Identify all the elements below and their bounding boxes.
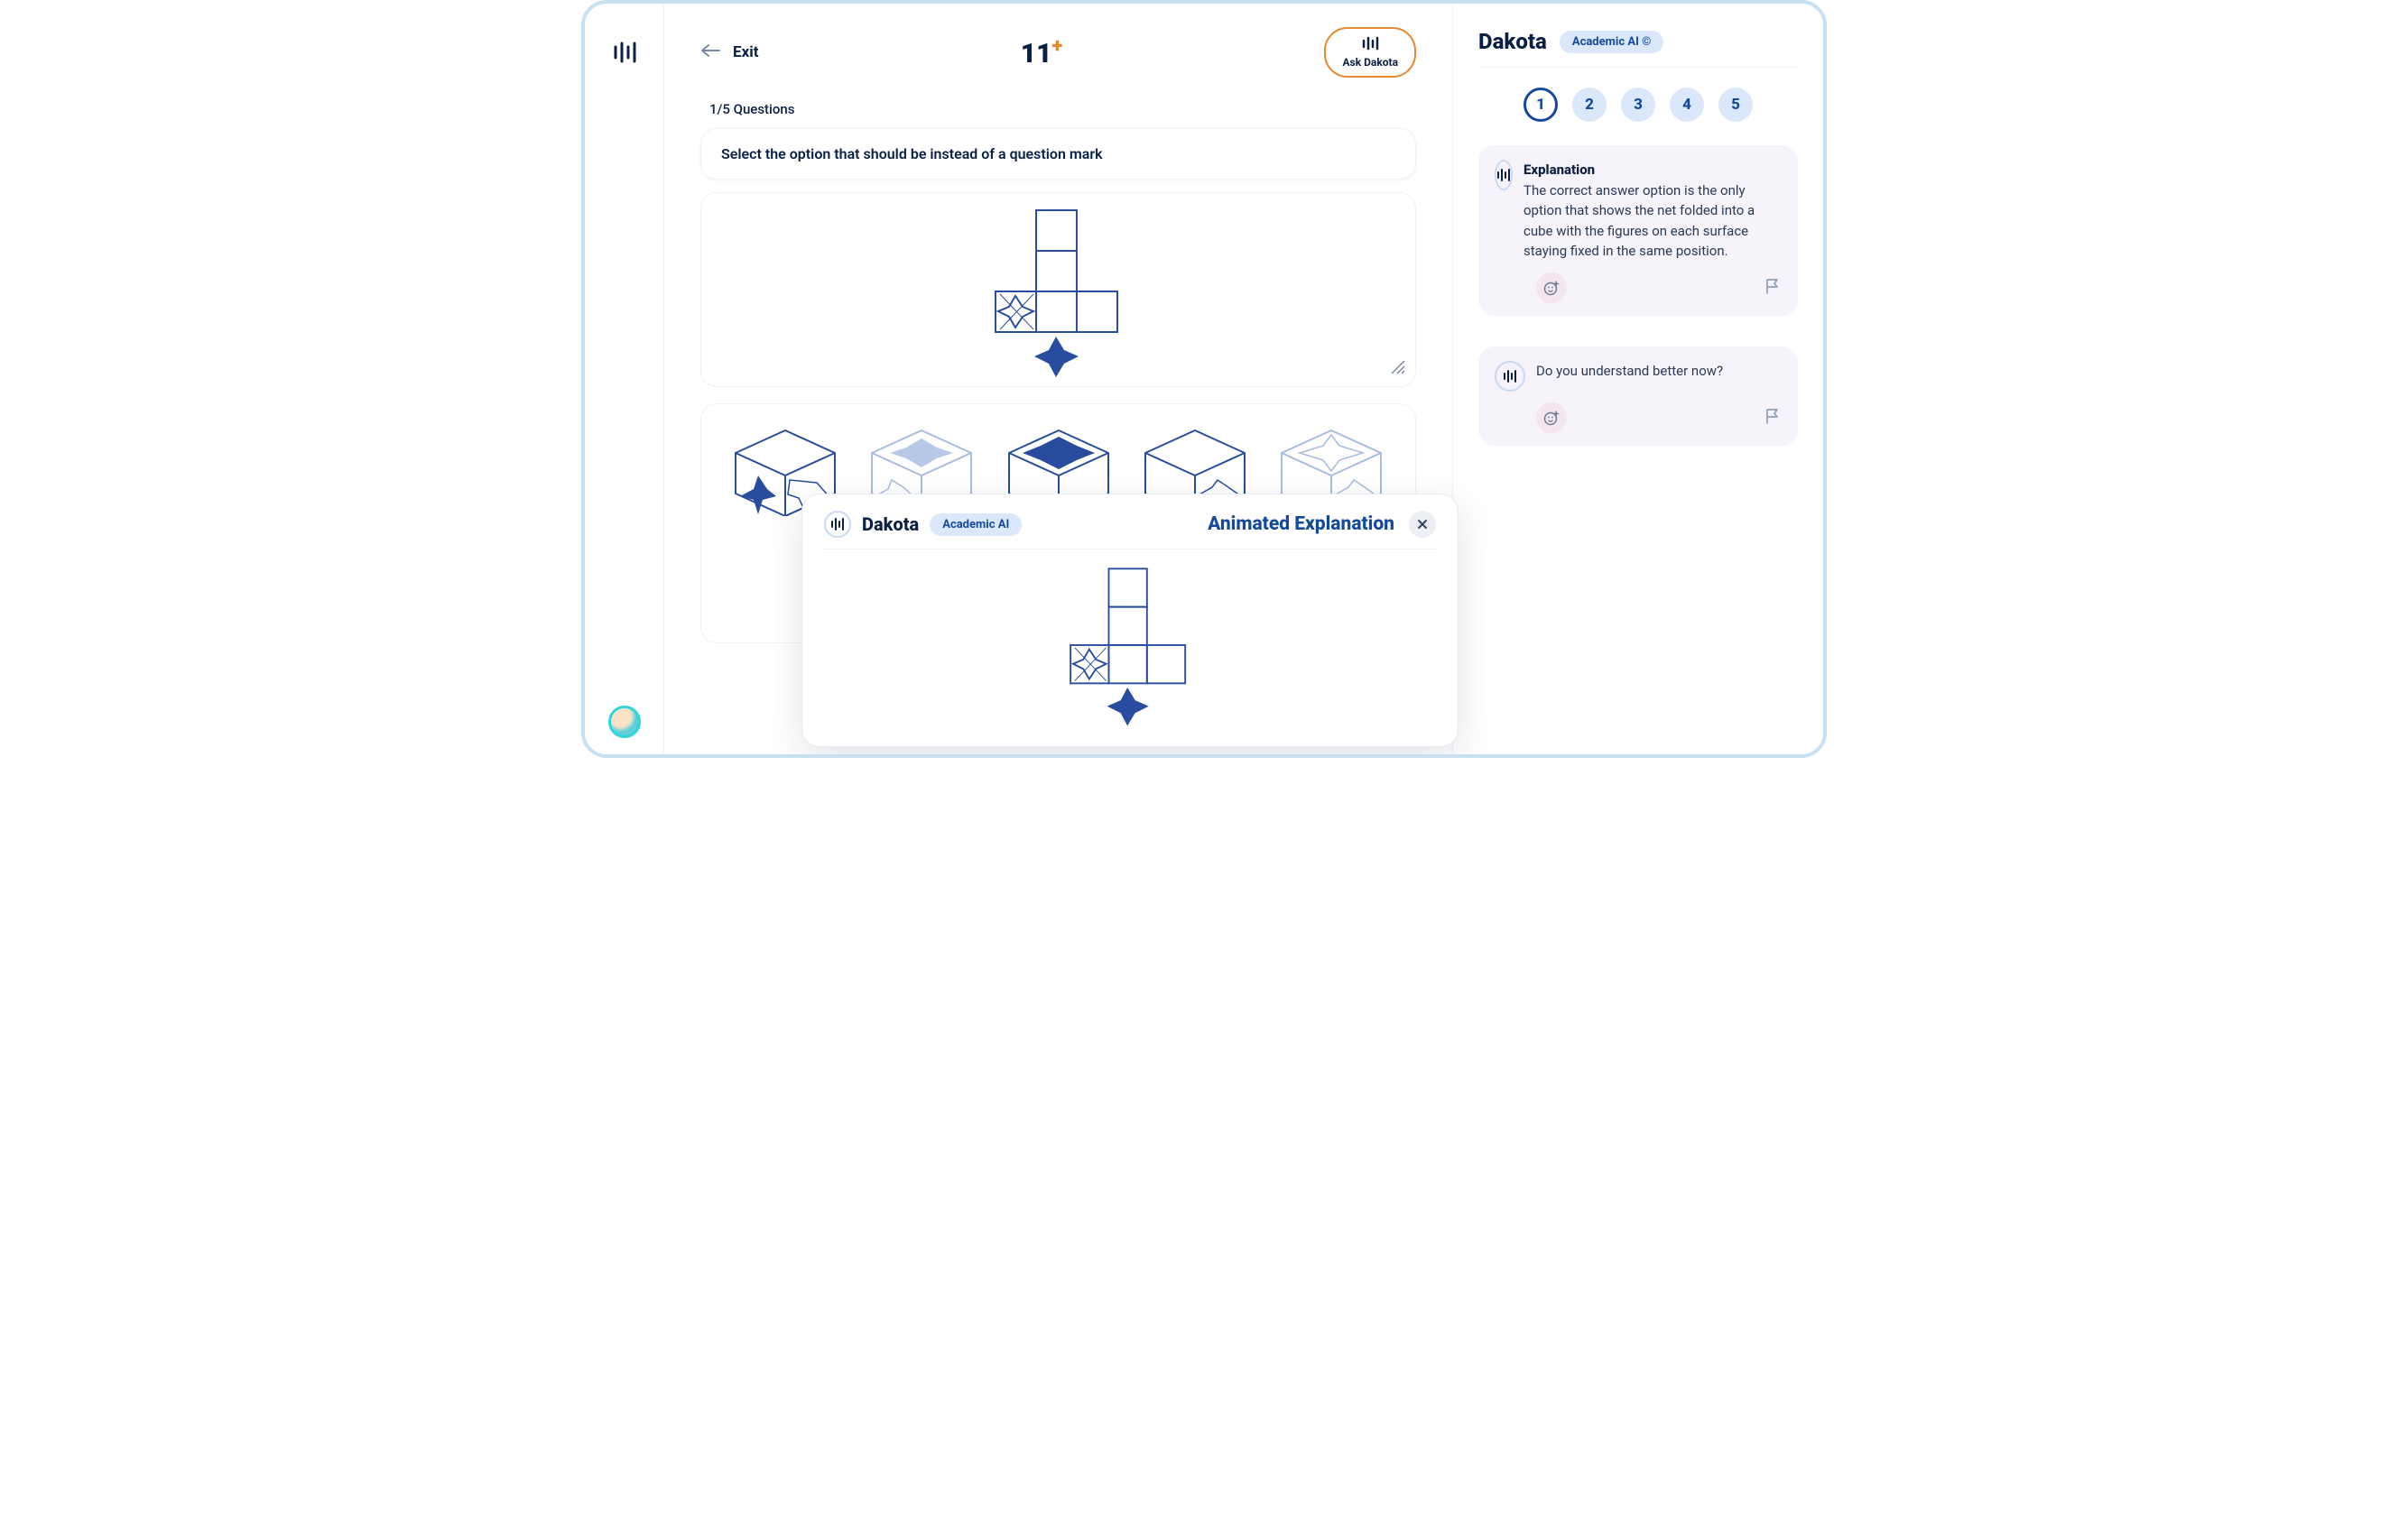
question-prompt: Select the option that should be instead…	[700, 128, 1416, 180]
close-icon	[1417, 519, 1428, 530]
cube-net-figure-popup	[1058, 564, 1202, 726]
explanation-message: Explanation The correct answer option is…	[1478, 145, 1798, 316]
flag-button[interactable]	[1764, 277, 1782, 299]
sidebar-academic-ai-pill: Academic AI ©	[1560, 31, 1664, 53]
flag-icon	[1764, 407, 1782, 425]
popup-academic-ai-pill: Academic AI	[930, 513, 1022, 536]
cube-net-figure	[982, 206, 1135, 377]
question-nav-5[interactable]: 5	[1718, 88, 1753, 122]
question-nav-1[interactable]: 1	[1524, 88, 1558, 122]
exit-button[interactable]: Exit	[700, 43, 758, 61]
avatar[interactable]	[608, 706, 641, 738]
brand-icon	[612, 40, 637, 65]
flag-icon	[1764, 277, 1782, 295]
popup-title: Animated Explanation	[1208, 513, 1394, 535]
close-popup-button[interactable]	[1409, 511, 1436, 538]
question-nav-4[interactable]: 4	[1670, 88, 1704, 122]
add-reaction-button[interactable]	[1536, 272, 1567, 303]
popup-dakota-name: Dakota	[862, 513, 919, 535]
question-nav-3[interactable]: 3	[1621, 88, 1655, 122]
dakota-avatar-icon	[1495, 361, 1525, 392]
logo-11plus: 11+	[1021, 35, 1063, 69]
ask-dakota-button[interactable]: Ask Dakota	[1324, 27, 1416, 78]
resize-handle-icon[interactable]	[1388, 357, 1406, 379]
smile-plus-icon	[1543, 410, 1560, 426]
followup-message: Do you understand better now?	[1478, 346, 1798, 446]
arrow-left-icon	[700, 43, 720, 61]
bars-icon	[1361, 36, 1379, 54]
question-nav-2[interactable]: 2	[1572, 88, 1607, 122]
explanation-heading: Explanation	[1524, 160, 1782, 180]
progress-text: 1/5 Questions	[700, 96, 1416, 128]
question-nav: 1 2 3 4 5	[1478, 68, 1798, 145]
dakota-avatar-icon	[824, 511, 851, 538]
dakota-avatar-icon	[1495, 160, 1513, 190]
ask-dakota-label: Ask Dakota	[1342, 56, 1398, 69]
animated-explanation-popup: Dakota Academic AI Animated Explanation	[801, 494, 1459, 747]
flag-button[interactable]	[1764, 407, 1782, 429]
figure-card	[700, 192, 1416, 387]
sidebar-title: Dakota	[1478, 29, 1547, 54]
add-reaction-button[interactable]	[1536, 402, 1567, 433]
explanation-body: The correct answer option is the only op…	[1524, 180, 1782, 262]
exit-label: Exit	[733, 43, 758, 61]
followup-body: Do you understand better now?	[1536, 361, 1723, 382]
smile-plus-icon	[1543, 280, 1560, 296]
